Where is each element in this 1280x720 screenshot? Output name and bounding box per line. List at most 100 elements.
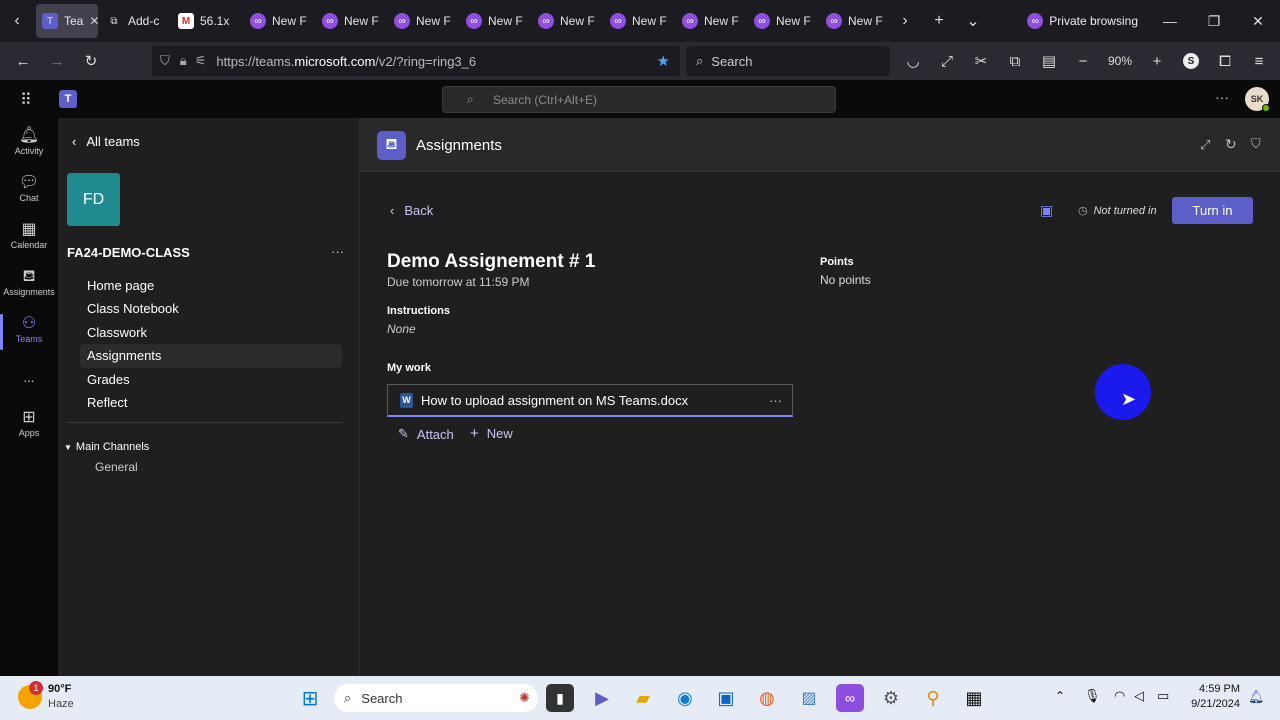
bookmark-star-icon[interactable]: ★ [657, 52, 670, 70]
immersive-reader-icon[interactable]: ▣ [1040, 202, 1053, 219]
attached-file[interactable]: W How to upload assignment on MS Teams.d… [387, 384, 793, 417]
rail-item-apps[interactable]: ⊞ Apps [0, 408, 58, 438]
tab-teams[interactable]: T Tea ✕ [36, 4, 98, 38]
magnifier-icon[interactable]: ⚲ [919, 684, 947, 712]
zoom-in-icon[interactable]: + [1140, 46, 1174, 76]
team-more-icon[interactable]: ··· [331, 244, 344, 259]
wifi-icon[interactable]: ◠ [1114, 688, 1125, 704]
zoom-level[interactable]: 90% [1100, 54, 1140, 68]
attach-button[interactable]: ✎ Attach [398, 426, 454, 442]
windows-start-icon[interactable]: ⊞ [296, 684, 324, 712]
info-shield-icon[interactable]: ⛉ [1251, 136, 1261, 152]
copy-icon[interactable]: ⧉ [998, 46, 1032, 76]
tab-private[interactable]: ∞ New F [604, 4, 676, 38]
private-mask-icon: ∞ [322, 13, 338, 29]
teams-search-input[interactable]: ⌕ Search (Ctrl+Alt+E) [442, 86, 836, 113]
tab-scroll-right-icon[interactable]: › [888, 4, 922, 38]
private-mask-icon: ∞ [1027, 13, 1044, 29]
back-arrow-icon[interactable]: ← [6, 46, 40, 76]
close-window-icon[interactable]: ✕ [1236, 13, 1280, 30]
reload-icon[interactable]: ↻ [74, 46, 108, 76]
channel-grades[interactable]: Grades [87, 372, 130, 387]
microphone-icon[interactable]: 🎙︎ [1084, 688, 1101, 704]
scissors-icon[interactable]: ✂ [964, 46, 998, 76]
url-bar[interactable]: ⛉ 🔒︎ ⚟ https://teams.microsoft.com/v2/?r… [152, 46, 680, 76]
tab-private[interactable]: ∞ New F [388, 4, 460, 38]
chevron-up-icon[interactable]: ⌃ [1055, 689, 1065, 703]
tab-private[interactable]: ∞ New F [532, 4, 604, 38]
more-options-icon[interactable]: ··· [1215, 89, 1229, 105]
rail-item-assignments[interactable]: ⛾ Assignments [0, 267, 58, 297]
tab-private[interactable]: ∞ New F [244, 4, 316, 38]
menu-icon[interactable]: ≡ [1242, 46, 1276, 76]
tab-private[interactable]: ∞ New F [460, 4, 532, 38]
new-button[interactable]: + New [470, 425, 513, 442]
shield-icon[interactable]: ⛉ [160, 53, 170, 69]
rail-item-teams[interactable]: ⚇ Teams [0, 314, 58, 350]
teams-header: ⠿ T ⌕ Search (Ctrl+Alt+E) ··· SK [0, 80, 1280, 118]
fullscreen-icon[interactable]: ⤢ [930, 46, 964, 76]
channel-class-notebook[interactable]: Class Notebook [87, 301, 179, 316]
chevron-down-icon[interactable]: ⌄ [956, 4, 990, 38]
tab-addons[interactable]: ⧉ Add-c [100, 4, 172, 38]
back-button[interactable]: ‹ Back [390, 203, 433, 218]
close-tab-icon[interactable]: ✕ [89, 14, 98, 28]
film-icon[interactable]: ▦ [960, 684, 988, 712]
tab-gmail[interactable]: M 56.1x [172, 4, 244, 38]
firefox-icon[interactable]: ◍ [753, 684, 781, 712]
rail-item-chat[interactable]: 💬︎ Chat [0, 173, 58, 203]
tab-private[interactable]: ∞ New F [748, 4, 820, 38]
store-icon[interactable]: ▣ [712, 684, 740, 712]
channel-general[interactable]: General [95, 460, 138, 474]
browser-search-input[interactable]: ⌕ Search [686, 46, 890, 76]
lock-icon[interactable]: 🔒︎ [180, 53, 187, 69]
channel-label: Home page [87, 278, 155, 293]
turn-in-button[interactable]: Turn in [1172, 197, 1253, 224]
meet-icon[interactable]: ▶ [588, 684, 616, 712]
url-prefix: https://teams. [216, 53, 295, 69]
search-icon: ⌕ [467, 92, 474, 106]
instructions-value: None [387, 322, 416, 336]
rail-item-activity[interactable]: 🔔︎ Activity [0, 126, 58, 156]
file-explorer-icon[interactable]: ▰ [629, 684, 657, 712]
rail-item-calendar[interactable]: ▦ Calendar [0, 220, 58, 250]
taskbar-search-input[interactable]: ⌕ Search ✺ [334, 684, 538, 712]
clock-time[interactable]: 4:59 PM [1184, 683, 1240, 695]
settings-gear-icon[interactable]: ⚙ [877, 684, 905, 712]
browser-tab-strip: ‹ T Tea ✕ ⧉ Add-c M 56.1x ∞ New F ∞ New F … [0, 0, 1280, 42]
forward-arrow-icon[interactable]: → [40, 46, 74, 76]
refresh-icon[interactable]: ↻ [1225, 136, 1237, 153]
restore-icon[interactable]: ❐ [1192, 13, 1236, 30]
permissions-icon[interactable]: ⚟ [195, 53, 207, 69]
tab-scroll-left-icon[interactable]: ‹ [0, 4, 34, 38]
photos-icon[interactable]: ▨ [795, 684, 823, 712]
channel-reflect[interactable]: Reflect [87, 395, 127, 410]
new-tab-icon[interactable]: + [922, 4, 956, 38]
zoom-out-icon[interactable]: − [1066, 46, 1100, 76]
expand-icon[interactable]: ⤢ [1200, 137, 1210, 153]
firefox-private-icon[interactable]: ∞ [836, 684, 864, 712]
channel-assignments[interactable]: Assignments [87, 348, 161, 363]
main-channels-toggle[interactable]: ▼ Main Channels [64, 441, 149, 453]
channel-classwork[interactable]: Classwork [87, 325, 147, 340]
notification-bell-icon[interactable]: 🔔︎ [1248, 689, 1265, 705]
profile-icon[interactable]: S [1174, 46, 1208, 76]
tab-private[interactable]: ∞ New F [820, 4, 888, 38]
rail-item-more[interactable]: ... [0, 368, 58, 388]
app-launcher-icon[interactable]: ⠿ [20, 90, 32, 110]
edge-icon[interactable]: ◉ [671, 684, 699, 712]
clipboard-icon[interactable]: ▤ [1032, 46, 1066, 76]
battery-icon[interactable]: ▭ [1157, 688, 1169, 704]
extensions-icon[interactable]: ⧠ [1208, 46, 1242, 76]
all-teams-link[interactable]: ‹ All teams [72, 134, 140, 149]
clock-date[interactable]: 9/21/2024 [1180, 698, 1240, 710]
channel-home-page[interactable]: Home page [87, 278, 154, 293]
tab-private[interactable]: ∞ New F [676, 4, 748, 38]
task-view-icon[interactable]: ▮ [546, 684, 574, 712]
file-more-icon[interactable]: ··· [769, 393, 782, 408]
volume-icon[interactable]: ◁ [1134, 688, 1144, 704]
minimize-icon[interactable]: — [1148, 13, 1192, 29]
tab-private[interactable]: ∞ New F [316, 4, 388, 38]
main-channels-label: Main Channels [75, 441, 150, 453]
pocket-icon[interactable]: ◡ [896, 46, 930, 76]
